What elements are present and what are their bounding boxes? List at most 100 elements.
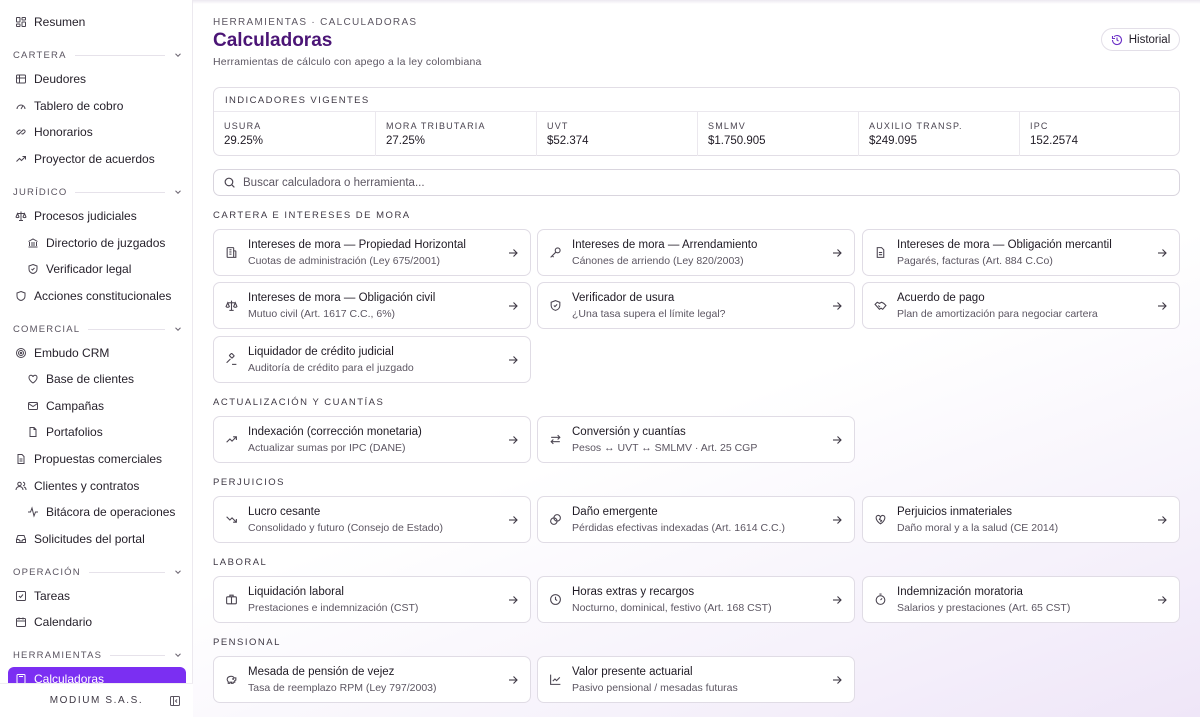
- arrow-right-icon: [507, 594, 519, 606]
- company-name: MODIUM S.A.S.: [49, 695, 144, 706]
- sidebar-item-base-de-clientes[interactable]: Base de clientes: [8, 367, 186, 391]
- sidebar-item-portafolios[interactable]: Portafolios: [8, 420, 186, 444]
- sidebar-item-solicitudes-del-portal[interactable]: Solicitudes del portal: [8, 527, 186, 551]
- sidebar-item-label: Resumen: [34, 15, 86, 29]
- sidebar-item-calendario[interactable]: Calendario: [8, 610, 186, 634]
- sidebar: Resumen CARTERA Deudores Tablero de cobr…: [0, 0, 193, 717]
- arrow-right-icon: [1156, 514, 1168, 526]
- card-subtitle: Tasa de reemplazo RPM (Ley 797/2003): [248, 682, 437, 694]
- card-title: Verificador de usura: [572, 292, 675, 304]
- card-title: Intereses de mora — Obligación mercantil: [897, 239, 1112, 251]
- card-title: Daño emergente: [572, 506, 658, 518]
- indicators-title: INDICADORES VIGENTES: [225, 95, 370, 106]
- heart-crack-icon: [874, 513, 888, 527]
- card-title: Perjuicios inmateriales: [897, 506, 1013, 518]
- card-title: Indexación (corrección monetaria): [248, 426, 422, 438]
- sidebar-item-label: Verificador legal: [46, 262, 132, 276]
- sidebar-item-procesos-judiciales[interactable]: Procesos judiciales: [8, 204, 186, 228]
- sidebar-item-directorio-de-juzgados[interactable]: Directorio de juzgados: [8, 231, 186, 255]
- arrow-right-icon: [1156, 594, 1168, 606]
- card-subtitle: Prestaciones e indemnización (CST): [248, 602, 419, 614]
- calculator-card-liquidador-credito-judicial[interactable]: Liquidador de crédito judicial Auditoría…: [213, 336, 531, 383]
- sidebar-item-proyector-de-acuerdos[interactable]: Proyector de acuerdos: [8, 147, 186, 171]
- arrow-right-icon: [831, 247, 843, 259]
- card-subtitle: Cánones de arriendo (Ley 820/2003): [572, 255, 744, 267]
- calculator-card-horas-extras[interactable]: Horas extras y recargos Nocturno, domini…: [537, 576, 855, 623]
- calculator-card-lucro-cesante[interactable]: Lucro cesante Consolidado y futuro (Cons…: [213, 496, 531, 543]
- chevron-down-icon: [173, 324, 183, 334]
- trending-up-icon: [14, 152, 28, 166]
- calculator-card-mora-arrendamiento[interactable]: Intereses de mora — Arrendamiento Cánone…: [537, 229, 855, 276]
- sidebar-footer: MODIUM S.A.S.: [0, 683, 193, 717]
- card-title: Indemnización moratoria: [897, 586, 1023, 598]
- sidebar-item-propuestas-comerciales[interactable]: Propuestas comerciales: [8, 447, 186, 471]
- arrow-right-icon: [831, 300, 843, 312]
- briefcase-icon: [225, 593, 239, 607]
- card-subtitle: Pasivo pensional / mesadas futuras: [572, 682, 738, 694]
- arrow-right-icon: [1156, 247, 1168, 259]
- card-title: Lucro cesante: [248, 506, 321, 518]
- calculator-card-mora-propiedad-horizontal[interactable]: Intereses de mora — Propiedad Horizontal…: [213, 229, 531, 276]
- calculator-card-mora-civil[interactable]: Intereses de mora — Obligación civil Mut…: [213, 282, 531, 329]
- calendar-icon: [14, 615, 28, 629]
- sidebar-section-cartera[interactable]: CARTERA: [13, 48, 183, 62]
- sidebar-item-acciones-constitucionales[interactable]: Acciones constitucionales: [8, 284, 186, 308]
- sidebar-item-honorarios[interactable]: Honorarios: [8, 120, 186, 144]
- card-title: Acuerdo de pago: [897, 292, 985, 304]
- heart-icon: [26, 372, 40, 386]
- breadcrumb: HERRAMIENTAS · CALCULADORAS: [213, 17, 418, 28]
- sidebar-item-verificador-legal[interactable]: Verificador legal: [8, 257, 186, 281]
- sidebar-item-label: Tareas: [34, 589, 71, 603]
- arrow-right-icon: [831, 514, 843, 526]
- card-title: Intereses de mora — Obligación civil: [248, 292, 436, 304]
- sidebar-section-operacion[interactable]: OPERACIÓN: [13, 565, 183, 579]
- calculator-card-indexacion[interactable]: Indexación (corrección monetaria) Actual…: [213, 416, 531, 463]
- calculator-card-acuerdo-de-pago[interactable]: Acuerdo de pago Plan de amortización par…: [862, 282, 1180, 329]
- section-title-pensional: PENSIONAL: [213, 637, 281, 648]
- indicator-value: $1.750.905: [708, 135, 766, 147]
- history-button[interactable]: Historial: [1101, 28, 1180, 51]
- sidebar-item-embudo-crm[interactable]: Embudo CRM: [8, 341, 186, 365]
- calculator-card-mora-mercantil[interactable]: Intereses de mora — Obligación mercantil…: [862, 229, 1180, 276]
- calculator-card-indemnizacion-moratoria[interactable]: Indemnización moratoria Salarios y prest…: [862, 576, 1180, 623]
- arrow-right-icon: [507, 300, 519, 312]
- sidebar-section-comercial[interactable]: COMERCIAL: [13, 322, 183, 336]
- calculator-card-valor-presente-actuarial[interactable]: Valor presente actuarial Pasivo pensiona…: [537, 656, 855, 703]
- sidebar-item-tablero-de-cobro[interactable]: Tablero de cobro: [8, 94, 186, 118]
- calculator-card-verificador-usura[interactable]: Verificador de usura ¿Una tasa supera el…: [537, 282, 855, 329]
- topbar-shadow: [193, 0, 1200, 4]
- sidebar-item-resumen[interactable]: Resumen: [8, 10, 186, 34]
- calculator-card-dano-emergente[interactable]: Daño emergente Pérdidas efectivas indexa…: [537, 496, 855, 543]
- sidebar-item-deudores[interactable]: Deudores: [8, 67, 186, 91]
- mail-icon: [26, 399, 40, 413]
- calculator-card-conversion-cuantias[interactable]: Conversión y cuantías Pesos ↔ UVT ↔ SMLM…: [537, 416, 855, 463]
- card-subtitle: Cuotas de administración (Ley 675/2001): [248, 255, 441, 267]
- search-input[interactable]: [243, 176, 1143, 189]
- main-content: HERRAMIENTAS · CALCULADORAS Calculadoras…: [193, 0, 1200, 717]
- arrow-right-icon: [507, 247, 519, 259]
- trending-down-icon: [225, 513, 239, 527]
- calculator-card-perjuicios-inmateriales[interactable]: Perjuicios inmateriales Daño moral y a l…: [862, 496, 1180, 543]
- sidebar-item-tareas[interactable]: Tareas: [8, 584, 186, 608]
- indicator-label: SMLMV: [708, 121, 747, 131]
- sidebar-collapse-icon[interactable]: [169, 695, 181, 707]
- section-title-actualizacion: ACTUALIZACIÓN Y CUANTÍAS: [213, 397, 385, 408]
- handshake-icon: [874, 299, 888, 313]
- sidebar-item-label: Procesos judiciales: [34, 209, 137, 223]
- sidebar-item-campanas[interactable]: Campañas: [8, 394, 186, 418]
- sidebar-section-juridico[interactable]: JURÍDICO: [13, 185, 183, 199]
- arrow-right-icon: [507, 434, 519, 446]
- landmark-icon: [26, 236, 40, 250]
- calculator-card-mesada-pension[interactable]: Mesada de pensión de vejez Tasa de reemp…: [213, 656, 531, 703]
- card-subtitle: Pagarés, facturas (Art. 884 C.Co): [897, 255, 1053, 267]
- indicators-panel: INDICADORES VIGENTES USURA 29.25% MORA T…: [213, 87, 1180, 156]
- sidebar-item-clientes-y-contratos[interactable]: Clientes y contratos: [8, 474, 186, 498]
- sidebar-item-label: Base de clientes: [46, 372, 135, 386]
- sidebar-section-herramientas[interactable]: HERRAMIENTAS: [13, 648, 183, 662]
- sidebar-item-bitacora-de-operaciones[interactable]: Bitácora de operaciones: [8, 500, 186, 524]
- sidebar-item-label: Bitácora de operaciones: [46, 505, 176, 519]
- sidebar-item-label: Deudores: [34, 72, 87, 86]
- card-title: Liquidación laboral: [248, 586, 344, 598]
- calculator-card-liquidacion-laboral[interactable]: Liquidación laboral Prestaciones e indem…: [213, 576, 531, 623]
- sidebar-section-label: CARTERA: [13, 49, 67, 61]
